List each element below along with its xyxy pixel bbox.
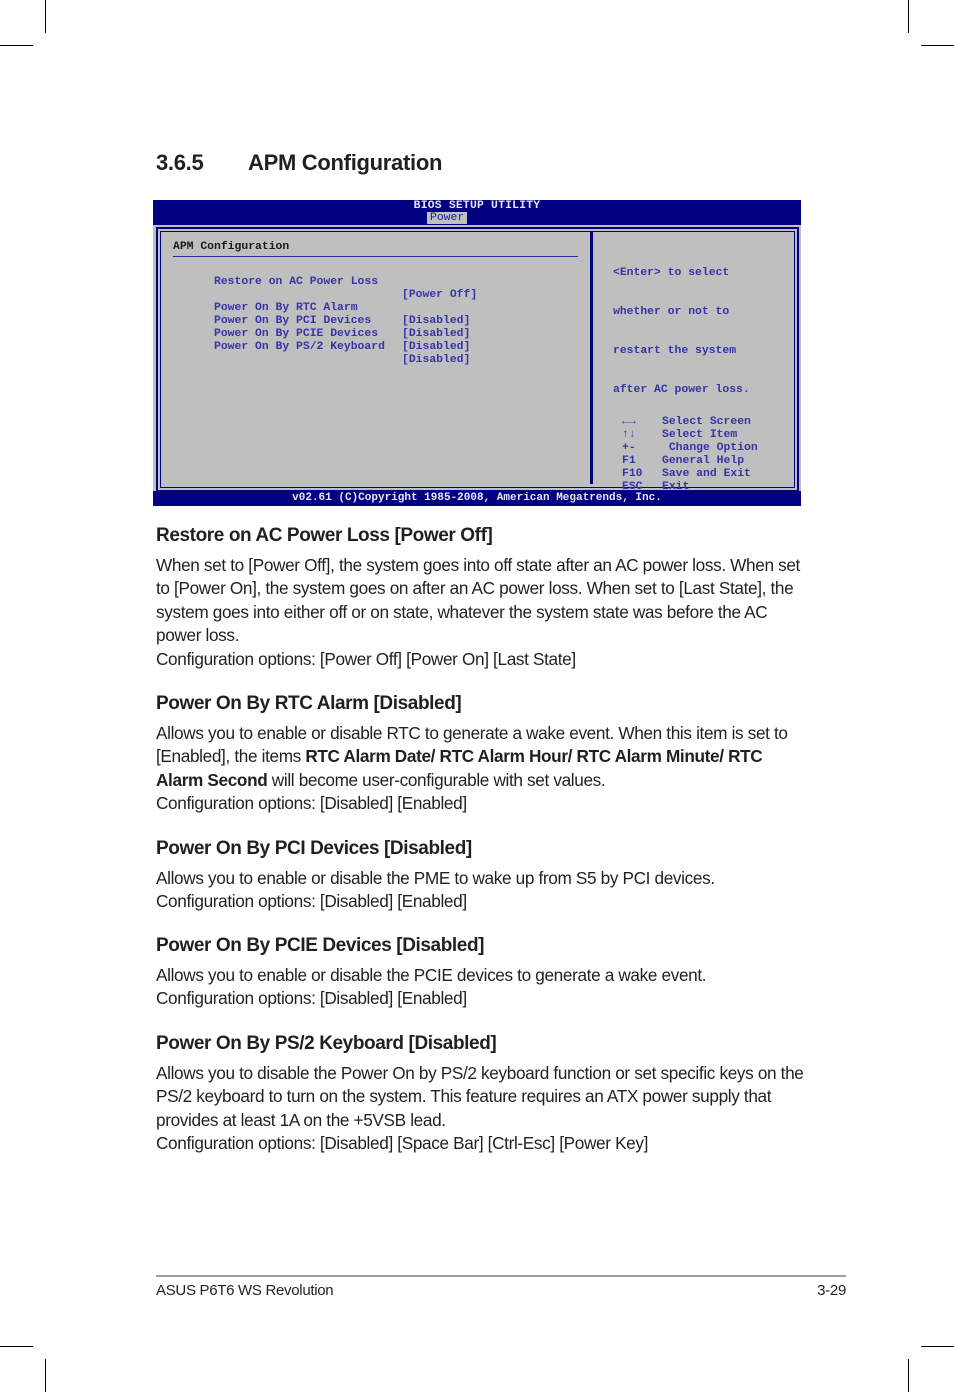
item-heading: Restore on AC Power Loss [Power Off]: [156, 525, 493, 546]
bios-screenshot: BIOS SETUP UTILITY Power APM Configurati…: [153, 200, 801, 506]
item-heading: Power On By PCI Devices [Disabled]: [156, 838, 472, 859]
crop-mark: [0, 1346, 33, 1347]
left-right-arrows-icon: ←→: [622, 416, 636, 428]
help-line: whether or not to: [613, 306, 730, 318]
section-title-text: APM Configuration: [248, 150, 443, 175]
bios-item-ps2-keyboard[interactable]: Power On By PS/2 Keyboard [Disabled]: [173, 328, 470, 380]
item-description: Allows you to enable or disable the PCIE…: [156, 964, 806, 1011]
item-description: Allows you to disable the Power On by PS…: [156, 1062, 806, 1156]
key-desc: General Help: [662, 455, 745, 467]
bios-item-value: [Disabled]: [402, 315, 471, 327]
bios-panel-heading: APM Configuration: [173, 241, 290, 253]
bios-item-value: [Disabled]: [402, 328, 471, 340]
help-line: after AC power loss.: [613, 384, 750, 396]
bios-divider: [173, 256, 578, 257]
crop-mark: [0, 45, 33, 46]
item-heading: Power On By PS/2 Keyboard [Disabled]: [156, 1033, 497, 1054]
crop-mark: [45, 1359, 46, 1392]
doc-item-pcie-devices: Power On By PCIE Devices [Disabled] Allo…: [156, 934, 806, 1011]
body-text: will become user-configurable with set v…: [267, 769, 606, 790]
crop-mark: [45, 0, 46, 33]
bios-copyright-bar: v02.61 (C)Copyright 1985-2008, American …: [153, 491, 801, 506]
section-number: 3.6.5: [156, 150, 204, 175]
body-text: Allows you to disable the Power On by PS…: [156, 1063, 804, 1130]
doc-item-ps2-keyboard: Power On By PS/2 Keyboard [Disabled] All…: [156, 1032, 806, 1156]
bios-main-frame: APM Configuration Restore on AC Power Lo…: [156, 227, 799, 493]
bios-title: BIOS SETUP UTILITY: [413, 200, 541, 212]
key-desc: Select Item: [662, 429, 738, 441]
footer-page-number: 3-29: [817, 1282, 846, 1299]
item-heading: Power On By PCIE Devices [Disabled]: [156, 935, 485, 956]
crop-mark: [908, 1359, 909, 1392]
help-line: <Enter> to select: [613, 267, 730, 279]
item-description: Allows you to enable or disable RTC to g…: [156, 722, 806, 816]
item-options: Configuration options: [Disabled] [Space…: [156, 1133, 649, 1154]
item-heading: Power On By RTC Alarm [Disabled]: [156, 693, 462, 714]
doc-item-restore-ac-power-loss: Restore on AC Power Loss [Power Off] Whe…: [156, 524, 806, 671]
bios-item-label: Restore on AC Power Loss: [214, 276, 379, 288]
bios-tab-power[interactable]: Power: [427, 212, 468, 224]
section-title: 3.6.5 APM Configuration: [156, 150, 442, 176]
footer-divider: [156, 1275, 846, 1277]
bios-item-value: [Power Off]: [402, 289, 478, 301]
bios-item-value: [Disabled]: [402, 354, 471, 366]
bios-help-text: <Enter> to select whether or not to rest…: [613, 241, 750, 423]
body-text: When set to [Power Off], the system goes…: [156, 555, 800, 646]
body-text: Allows you to enable or disable the PME …: [156, 868, 715, 888]
bios-title-bar: BIOS SETUP UTILITY Power: [153, 200, 801, 225]
bios-item-value: [Disabled]: [402, 341, 471, 353]
item-options: Configuration options: [Disabled] [Enabl…: [156, 891, 467, 912]
body-text: Allows you to enable or disable the PCIE…: [156, 965, 707, 985]
crop-mark: [908, 0, 909, 33]
item-options: Configuration options: [Disabled] [Enabl…: [156, 793, 467, 814]
key-desc: Save and Exit: [662, 468, 751, 480]
footer-product-name: ASUS P6T6 WS Revolution: [156, 1282, 334, 1299]
item-description: When set to [Power Off], the system goes…: [156, 554, 806, 671]
item-options: Configuration options: [Power Off] [Powe…: [156, 648, 576, 669]
key-f1: F1: [622, 455, 636, 467]
crop-mark: [921, 1346, 954, 1347]
doc-item-rtc-alarm: Power On By RTC Alarm [Disabled] Allows …: [156, 692, 806, 816]
item-options: Configuration options: [Disabled] [Enabl…: [156, 988, 467, 1009]
bios-item-label: Power On By PS/2 Keyboard: [214, 341, 385, 353]
plus-minus-icon: +-: [622, 442, 636, 454]
key-desc: Change Option: [662, 442, 758, 454]
doc-item-pci-devices: Power On By PCI Devices [Disabled] Allow…: [156, 837, 806, 914]
up-down-arrows-icon: ↑↓: [622, 429, 636, 441]
item-description: Allows you to enable or disable the PME …: [156, 867, 806, 914]
help-line: restart the system: [613, 345, 737, 357]
key-desc: Select Screen: [662, 416, 751, 428]
crop-mark: [921, 45, 954, 46]
key-f10: F10: [622, 468, 643, 480]
